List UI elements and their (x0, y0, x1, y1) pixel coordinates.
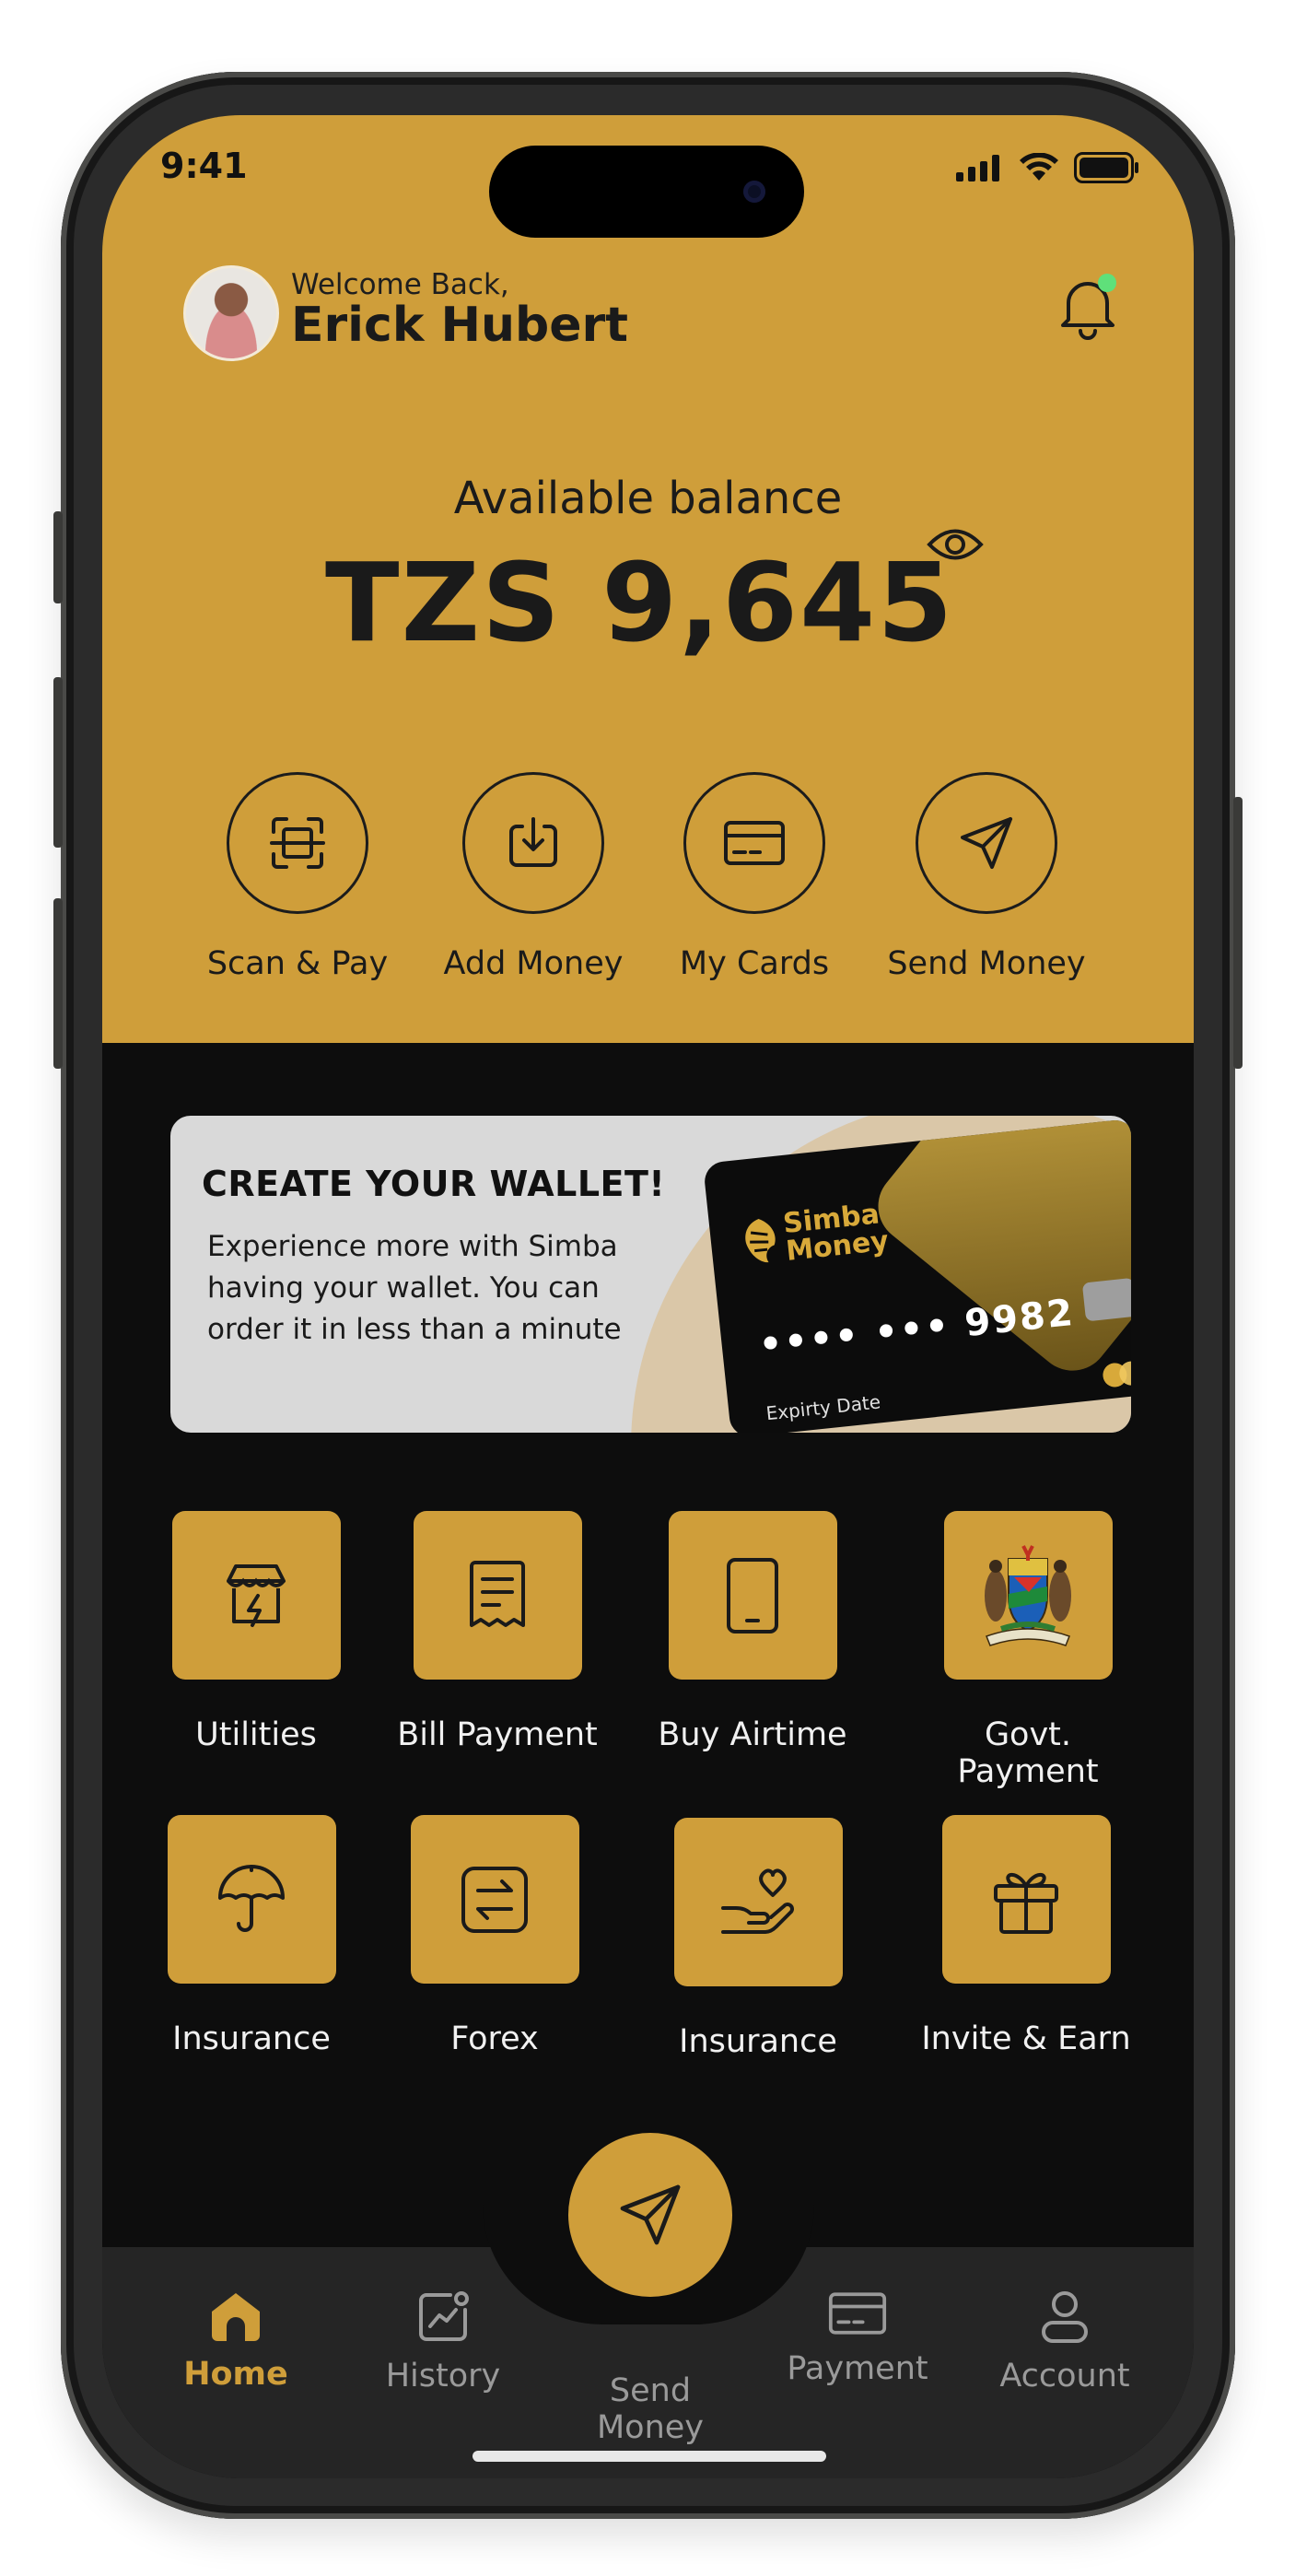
service-tile[interactable] (413, 1511, 582, 1680)
status-time: 9:41 (160, 146, 248, 186)
service-insurance-care[interactable]: Insurance (648, 1818, 869, 2060)
service-label: Invite & Earn (921, 2020, 1131, 2057)
send-icon (961, 817, 1012, 869)
wifi-icon (1020, 153, 1058, 181)
welcome-text: Welcome Back, (291, 268, 509, 301)
balance-label: Available balance (453, 473, 843, 524)
service-tile[interactable] (167, 1815, 336, 1984)
quick-action-label: Add Money (443, 945, 624, 982)
mastercard-icon (1103, 1361, 1131, 1388)
service-tile[interactable] (171, 1511, 341, 1680)
gift-icon (994, 1872, 1058, 1934)
card-expiry-label: Expirty Date (764, 1390, 882, 1425)
service-tile[interactable] (941, 1815, 1111, 1984)
card-brand-line2: Money (784, 1224, 891, 1268)
wallet-card-image: Simba Money •••• ••• 9982 Expirty Date (703, 1118, 1131, 1433)
service-tile[interactable] (673, 1818, 843, 1986)
scan-icon (270, 817, 325, 869)
phone-icon (727, 1557, 778, 1633)
notification-dot (1098, 274, 1116, 292)
quick-action-label: Send Money (887, 945, 1086, 982)
quick-action-scan-pay[interactable]: Scan & Pay (178, 772, 417, 982)
volume-down-button (53, 898, 63, 1069)
nav-payment[interactable]: Payment (765, 2289, 950, 2387)
header-panel: 9:41 Welcome Back, Erick Hubert Availabl… (102, 115, 1194, 1043)
card-number: •••• ••• 9982 (756, 1291, 1077, 1367)
nav-account[interactable]: Account (973, 2289, 1157, 2395)
nav-history[interactable]: History (351, 2289, 535, 2395)
exchange-icon (461, 1866, 528, 1933)
quick-action-add-money[interactable]: Add Money (414, 772, 653, 982)
user-name: Erick Hubert (291, 298, 629, 353)
service-label: Buy Airtime (658, 1716, 847, 1753)
nav-label: Home (183, 2356, 288, 2393)
receipt-icon (470, 1560, 525, 1627)
quick-action-circle[interactable] (227, 772, 368, 914)
service-forex[interactable]: Forex (384, 1815, 605, 2057)
lion-logo-icon (745, 1218, 776, 1263)
payment-icon (828, 2292, 887, 2335)
service-tile[interactable] (943, 1511, 1113, 1680)
service-insurance[interactable]: Insurance (141, 1815, 362, 2057)
home-icon (212, 2293, 260, 2341)
signal-icon (956, 155, 999, 181)
history-icon (419, 2291, 469, 2341)
dynamic-island (489, 146, 804, 238)
service-tile[interactable] (668, 1511, 837, 1680)
download-icon (509, 817, 557, 867)
banner-description: Experience more with Simba having your w… (207, 1230, 622, 1346)
service-invite-earn[interactable]: Invite & Earn (916, 1815, 1137, 2057)
nav-home[interactable]: Home (144, 2289, 328, 2393)
battery-icon (1074, 152, 1138, 183)
nav-label: Send Money (596, 2372, 705, 2446)
quick-action-label: Scan & Pay (206, 945, 389, 982)
app-screen: 9:41 Welcome Back, Erick Hubert Availabl… (102, 115, 1194, 2478)
banner-title: CREATE YOUR WALLET! (202, 1164, 666, 1204)
power-button (1233, 797, 1243, 1069)
card-brand: Simba Money (782, 1198, 891, 1268)
quick-action-circle[interactable] (683, 772, 825, 914)
utilities-icon (227, 1563, 286, 1627)
service-label: Forex (450, 2020, 539, 2057)
quick-action-circle[interactable] (462, 772, 604, 914)
bell-icon[interactable] (1057, 272, 1118, 342)
nav-send-money[interactable]: Send Money (558, 2363, 742, 2446)
service-govt-payment[interactable]: Govt. Payment (917, 1511, 1138, 1790)
quick-action-circle[interactable] (916, 772, 1057, 914)
camera-icon (743, 181, 765, 203)
avatar[interactable] (183, 265, 279, 361)
home-indicator[interactable] (473, 2451, 826, 2462)
nav-label: History (385, 2358, 501, 2395)
service-label: Utilities (195, 1716, 317, 1753)
nav-label: Account (999, 2358, 1130, 2395)
status-icons (956, 152, 1140, 183)
service-tile[interactable] (410, 1815, 579, 1984)
action-button (53, 511, 63, 603)
service-buy-airtime[interactable]: Buy Airtime (642, 1511, 863, 1753)
umbrella-icon (218, 1864, 285, 1932)
account-icon (1042, 2291, 1088, 2343)
eye-icon[interactable] (927, 523, 984, 566)
balance-amount: TZS 9,645 (325, 539, 955, 666)
coat-of-arms-icon (985, 1544, 1071, 1646)
quick-action-label: My Cards (679, 945, 830, 982)
service-label: Govt. Payment (957, 1716, 1099, 1790)
create-wallet-banner[interactable]: CREATE YOUR WALLET! Experience more with… (170, 1116, 1131, 1433)
quick-action-send-money[interactable]: Send Money (867, 772, 1106, 982)
card-icon (724, 821, 785, 865)
service-label: Insurance (679, 2023, 837, 2060)
quick-action-my-cards[interactable]: My Cards (635, 772, 874, 982)
nav-label: Payment (787, 2350, 928, 2387)
service-utilities[interactable]: Utilities (146, 1511, 367, 1753)
hand-heart-icon (721, 1868, 794, 1934)
service-label: Bill Payment (397, 1716, 598, 1753)
service-label: Insurance (172, 2020, 331, 2057)
send-icon (620, 2184, 681, 2245)
card-chip-icon (1081, 1277, 1131, 1322)
send-money-fab[interactable] (568, 2133, 732, 2297)
volume-up-button (53, 677, 63, 848)
service-bill-payment[interactable]: Bill Payment (387, 1511, 608, 1753)
